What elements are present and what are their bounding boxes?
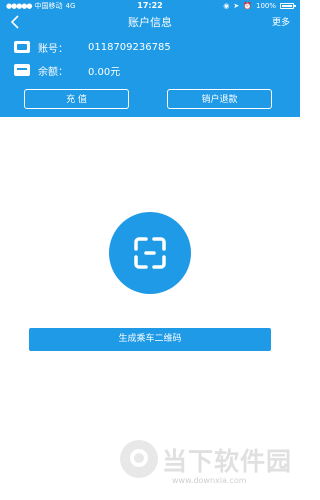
battery-label: 100%	[255, 2, 276, 10]
nav-bar: 账户信息 更多	[0, 12, 300, 34]
watermark-text: 当下软件园	[162, 447, 293, 476]
recharge-button[interactable]: 充 值	[24, 89, 129, 109]
id-card-icon	[14, 41, 30, 53]
account-number-value: 0118709236785	[88, 41, 171, 53]
scan-icon	[134, 237, 166, 269]
balance-value: 0.00元	[88, 66, 121, 78]
page-title: 账户信息	[128, 16, 172, 29]
alarm-icon: ⏰	[243, 2, 252, 10]
status-right: ◉ ➤ ⏰ 100%	[223, 0, 296, 12]
battery-icon	[280, 3, 296, 9]
more-button[interactable]: 更多	[272, 12, 290, 34]
scan-button[interactable]	[109, 212, 191, 294]
balance-row: 余额： 0.00元	[14, 62, 120, 78]
watermark: 当下软件园 www.downxia.com	[120, 440, 293, 490]
account-number-label: 账号：	[38, 43, 68, 55]
cancel-refund-button[interactable]: 销户退款	[167, 89, 272, 109]
balance-label: 余额：	[38, 66, 68, 78]
generate-qr-button[interactable]: 生成乘车二维码	[29, 328, 271, 351]
watermark-logo-icon	[120, 440, 158, 478]
account-number-row: 账号： 0118709236785	[14, 39, 171, 55]
location-icon: ➤	[233, 2, 240, 10]
lock-rotation-icon: ◉	[223, 2, 230, 10]
wallet-card-icon	[14, 64, 30, 76]
status-bar: ●●●●● 中国移动 4G 17:22 ◉ ➤ ⏰ 100%	[0, 0, 300, 12]
header: ●●●●● 中国移动 4G 17:22 ◉ ➤ ⏰ 100% 账户信息 更多 账…	[0, 0, 300, 117]
watermark-url: www.downxia.com	[172, 476, 247, 485]
